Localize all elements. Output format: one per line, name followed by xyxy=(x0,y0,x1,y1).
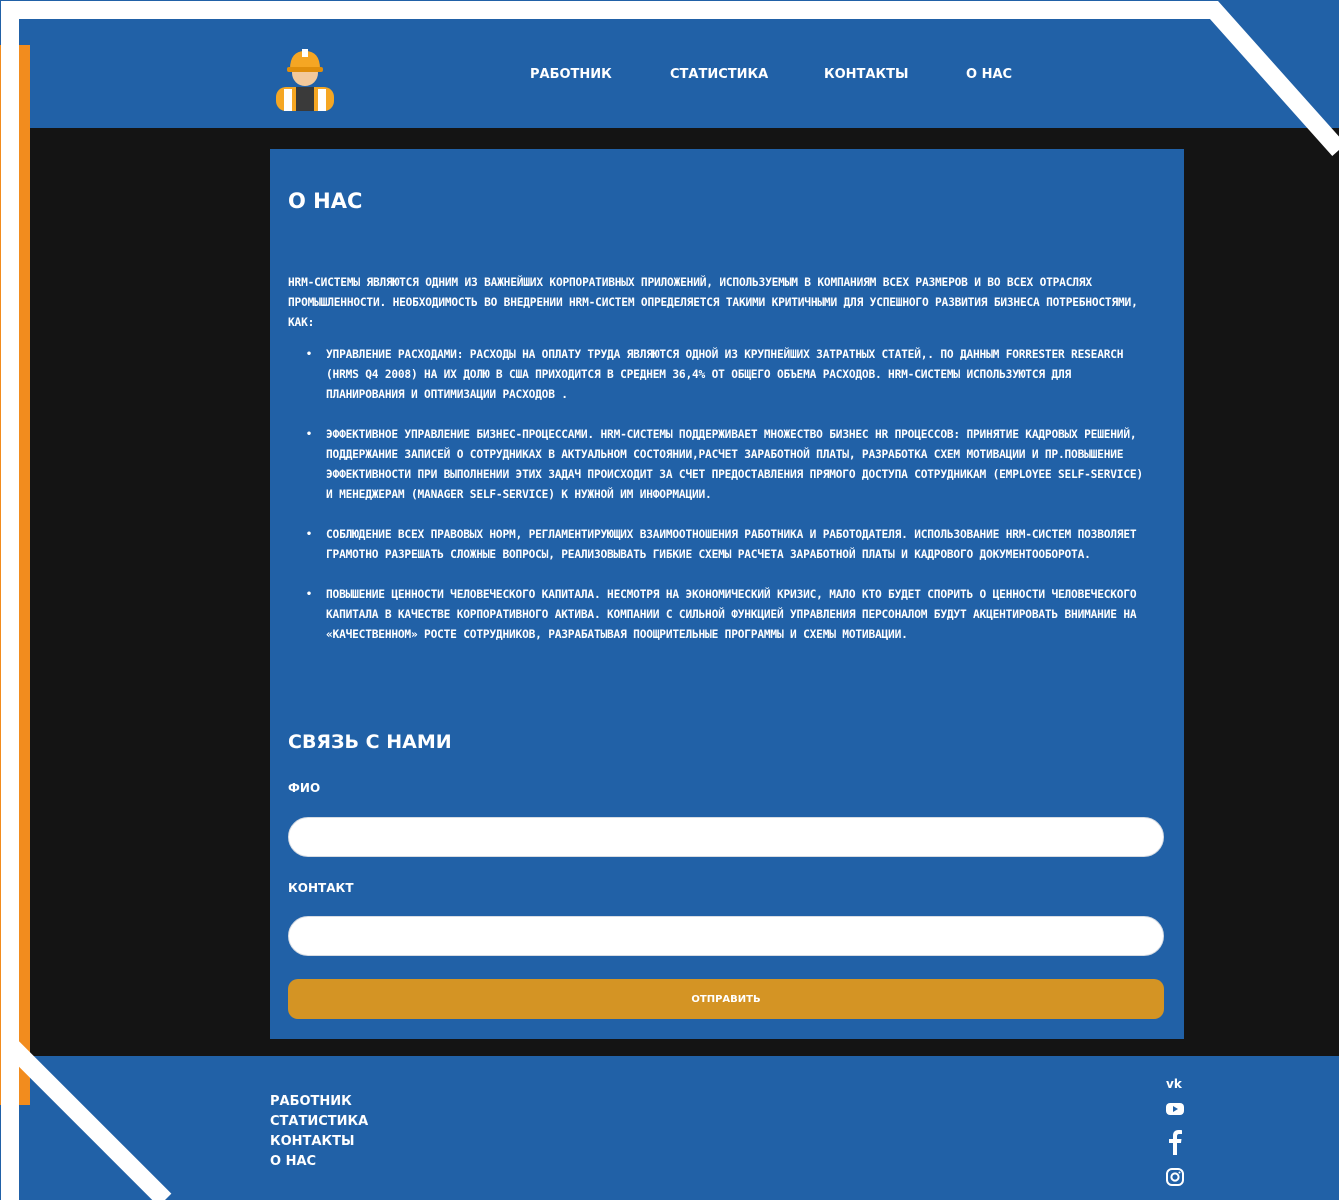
nav-link-contacts[interactable]: Контакты xyxy=(824,67,908,82)
list-item: Повышение ценности человеческого капитал… xyxy=(306,585,1166,645)
nav-link-about[interactable]: О нас xyxy=(966,67,1012,82)
footer-link-about[interactable]: О нас xyxy=(270,1152,368,1172)
decor-orange-left xyxy=(0,45,32,1105)
nav-link-statistics[interactable]: Статистика xyxy=(670,67,768,82)
contact-title: Связь с нами xyxy=(288,731,452,753)
fio-label: ФИО xyxy=(288,781,321,795)
footer: Работник Статистика Контакты О нас vk xyxy=(30,1056,1339,1200)
footer-nav: Работник Статистика Контакты О нас xyxy=(270,1092,368,1172)
list-item-bold: Соблюдение всех правовых норм, xyxy=(326,528,523,541)
list-item: Управление расходами: расходы на оплату … xyxy=(306,345,1166,405)
instagram-icon[interactable] xyxy=(1164,1168,1186,1191)
about-list: Управление расходами: расходы на оплату … xyxy=(288,345,1166,665)
construction-worker-icon[interactable] xyxy=(270,43,340,111)
facebook-icon[interactable] xyxy=(1164,1129,1186,1160)
list-item-bold: Эффективное управление бизнес-процессами… xyxy=(326,428,594,441)
submit-button[interactable]: Отправить xyxy=(288,979,1164,1019)
footer-link-statistics[interactable]: Статистика xyxy=(270,1112,368,1132)
youtube-icon[interactable] xyxy=(1164,1102,1186,1121)
social-links: vk xyxy=(1164,1076,1186,1199)
header: Работник Статистика Контакты О нас xyxy=(30,27,1339,128)
list-item-bold: Повышение ценности человеческого капитал… xyxy=(326,588,601,601)
list-item: Соблюдение всех правовых норм, регламент… xyxy=(306,525,1166,565)
contact-field[interactable] xyxy=(288,916,1164,956)
list-item-bold: Управление расходами: xyxy=(326,348,464,361)
about-title: О нас xyxy=(288,189,363,213)
svg-text:vk: vk xyxy=(1166,1077,1183,1089)
footer-link-worker[interactable]: Работник xyxy=(270,1092,368,1112)
site: Работник Статистика Контакты О нас О нас… xyxy=(30,27,1339,1200)
list-item: Эффективное управление бизнес-процессами… xyxy=(306,425,1166,505)
vk-icon[interactable]: vk xyxy=(1164,1076,1186,1094)
contact-label: Контакт xyxy=(288,881,354,895)
fio-field[interactable] xyxy=(288,817,1164,857)
about-panel: О нас HRM-системы являются одним из важн… xyxy=(270,149,1184,1039)
nav-link-worker[interactable]: Работник xyxy=(530,67,612,82)
footer-link-contacts[interactable]: Контакты xyxy=(270,1132,368,1152)
about-intro: HRM-системы являются одним из важнейших … xyxy=(288,276,1138,329)
